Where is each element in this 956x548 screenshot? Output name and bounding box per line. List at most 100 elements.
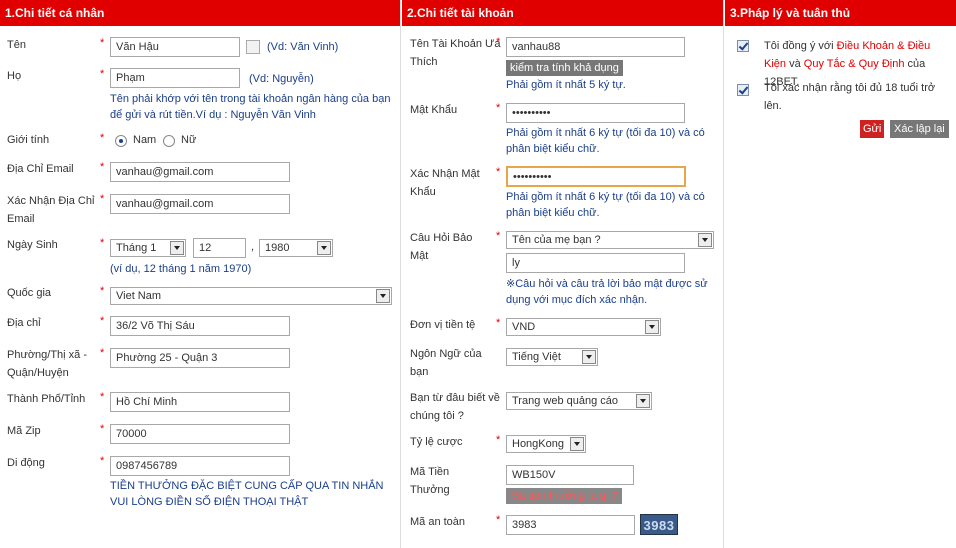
address-label: Địa chỉ bbox=[7, 317, 41, 329]
language-value: Tiếng Việt bbox=[512, 351, 561, 363]
ward-district-input[interactable]: Phường 25 - Quận 3 bbox=[110, 348, 290, 368]
zip-input[interactable]: 70000 bbox=[110, 424, 290, 444]
password-confirm-label: Xác Nhận Mật Khẩu bbox=[410, 168, 480, 198]
required-mark: * bbox=[496, 166, 501, 178]
required-mark: * bbox=[100, 132, 105, 144]
gender-label: Giới tính bbox=[7, 134, 50, 146]
submit-button[interactable]: Gửi bbox=[860, 120, 885, 138]
chevron-down-icon bbox=[170, 241, 184, 255]
check-availability-button[interactable]: kiểm tra tính khả dụng bbox=[506, 60, 623, 76]
required-mark: * bbox=[496, 434, 501, 446]
first-name-label: Tên bbox=[7, 39, 26, 51]
chevron-down-icon bbox=[636, 394, 650, 408]
captcha-image: 3983 bbox=[640, 514, 678, 535]
chevron-down-icon bbox=[582, 350, 596, 364]
birthdate-example: (ví dụ, 12 tháng 1 năm 1970) bbox=[110, 263, 252, 275]
captcha-input[interactable]: 3983 bbox=[506, 515, 635, 535]
age-confirm-checkbox[interactable] bbox=[737, 84, 749, 96]
chevron-down-icon bbox=[698, 233, 712, 247]
personal-details-section: 1.Chi tiết cá nhân Tên * Văn Hậu (Vd: Vă… bbox=[0, 0, 401, 548]
required-mark: * bbox=[496, 102, 501, 114]
bonus-code-label: Mã Tiền Thưởng bbox=[410, 466, 450, 496]
username-input[interactable]: vanhau88 bbox=[506, 37, 685, 57]
last-name-input[interactable]: Phạm bbox=[110, 68, 240, 88]
zip-label: Mã Zip bbox=[7, 425, 41, 437]
odds-label: Tỷ lệ cược bbox=[410, 436, 463, 448]
currency-label: Đơn vị tiền tệ bbox=[410, 319, 476, 331]
terms-agree-prefix: Tôi đồng ý với bbox=[764, 40, 837, 52]
city-label: Thành Phố/Tỉnh bbox=[7, 393, 86, 405]
last-name-label: Họ bbox=[7, 70, 22, 82]
legal-compliance-section: 3.Pháp lý và tuân thủ Tôi đồng ý với Điề… bbox=[725, 0, 956, 548]
gender-male-radio[interactable] bbox=[115, 135, 127, 147]
gender-male-label: Nam bbox=[133, 134, 157, 146]
reset-button[interactable]: Xác lập lại bbox=[890, 120, 949, 138]
birth-year-value: 1980 bbox=[265, 242, 290, 254]
chevron-down-icon bbox=[376, 289, 390, 303]
password-label: Mật Khẩu bbox=[410, 104, 458, 116]
country-select[interactable]: Viet Nam bbox=[110, 287, 392, 305]
required-mark: * bbox=[100, 193, 105, 205]
gender-female-label: Nữ bbox=[181, 134, 197, 146]
age-confirm-text: Tôi xác nhận rằng tôi đủ 18 tuổi trở lên… bbox=[764, 82, 936, 112]
security-answer-input[interactable]: ly bbox=[506, 253, 685, 273]
username-label: Tên Tài Khoản Ưa Thích bbox=[410, 38, 501, 68]
last-name-example: (Vd: Nguyễn) bbox=[249, 73, 314, 85]
birth-year-select[interactable]: 1980 bbox=[259, 239, 333, 257]
required-mark: * bbox=[100, 455, 105, 467]
username-hint: Phải gồm ít nhất 5 ký tự. bbox=[506, 79, 626, 91]
mobile-input[interactable]: 0987456789 bbox=[110, 456, 290, 476]
birthdate-label: Ngày Sinh bbox=[7, 239, 58, 251]
terms-agree-checkbox[interactable] bbox=[737, 40, 749, 52]
required-mark: * bbox=[100, 285, 105, 297]
odds-select[interactable]: HongKong bbox=[506, 435, 586, 453]
required-mark: * bbox=[100, 237, 105, 249]
birth-month-value: Tháng 1 bbox=[116, 242, 157, 254]
currency-value: VND bbox=[512, 321, 536, 333]
language-select[interactable]: Tiếng Việt bbox=[506, 348, 598, 366]
required-mark: * bbox=[100, 391, 105, 403]
required-mark: * bbox=[496, 317, 501, 329]
odds-value: HongKong bbox=[512, 438, 564, 450]
mobile-bonus-note: TIỀN THƯỞNG ĐẶC BIỆT CUNG CẤP QUA TIN NH… bbox=[110, 480, 384, 508]
security-question-hint: ※Câu hỏi và câu trả lời bảo mật được sử … bbox=[506, 278, 708, 306]
required-mark: * bbox=[100, 161, 105, 173]
required-mark: * bbox=[100, 68, 105, 80]
security-question-value: Tên của mẹ bạn ? bbox=[512, 234, 601, 246]
address-input[interactable]: 36/2 Võ Thị Sáu bbox=[110, 316, 290, 336]
rules-regulations-link[interactable]: Quy Tắc & Quy Định bbox=[804, 58, 905, 70]
security-question-select[interactable]: Tên của mẹ bạn ? bbox=[506, 231, 714, 249]
required-mark: * bbox=[100, 423, 105, 435]
required-mark: * bbox=[100, 347, 105, 359]
first-name-input[interactable]: Văn Hậu bbox=[110, 37, 240, 57]
email-input[interactable]: vanhau@gmail.com bbox=[110, 162, 290, 182]
birth-month-select[interactable]: Tháng 1 bbox=[110, 239, 186, 257]
chevron-down-icon bbox=[570, 437, 584, 451]
required-mark: * bbox=[496, 514, 501, 526]
mobile-label: Di động bbox=[7, 457, 45, 469]
gender-female-radio[interactable] bbox=[163, 135, 175, 147]
first-name-checkbox[interactable] bbox=[246, 40, 260, 54]
referral-source-label: Bạn từ đâu biết về chúng tôi ? bbox=[410, 392, 500, 422]
password-hint: Phải gồm ít nhất 6 ký tự (tối đa 10) và … bbox=[506, 127, 705, 155]
security-question-label: Câu Hỏi Bảo Mật bbox=[410, 232, 473, 262]
chevron-down-icon bbox=[645, 320, 659, 334]
required-mark: * bbox=[100, 37, 105, 49]
section-header: 2.Chi tiết tài khoản bbox=[402, 0, 723, 26]
email-confirm-input[interactable]: vanhau@gmail.com bbox=[110, 194, 290, 214]
section-header: 1.Chi tiết cá nhân bbox=[0, 0, 400, 26]
required-mark: * bbox=[496, 36, 501, 48]
birth-day-input[interactable]: 12 bbox=[193, 238, 246, 258]
email-label: Địa Chỉ Email bbox=[7, 163, 74, 175]
password-confirm-input[interactable]: •••••••••• bbox=[506, 166, 686, 187]
referral-source-select[interactable]: Trang web quảng cáo bbox=[506, 392, 652, 410]
bonus-info-link[interactable]: Mã tiền thưởng là gì ? bbox=[506, 488, 623, 504]
language-label: Ngôn Ngữ của bạn bbox=[410, 348, 482, 378]
bonus-code-input[interactable]: WB150V bbox=[506, 465, 634, 485]
password-input[interactable]: •••••••••• bbox=[506, 103, 685, 123]
first-name-example: (Vd: Văn Vinh) bbox=[267, 41, 339, 53]
country-value: Viet Nam bbox=[116, 290, 162, 302]
city-input[interactable]: Hồ Chí Minh bbox=[110, 392, 290, 412]
currency-select[interactable]: VND bbox=[506, 318, 661, 336]
section-header: 3.Pháp lý và tuân thủ bbox=[725, 0, 956, 26]
